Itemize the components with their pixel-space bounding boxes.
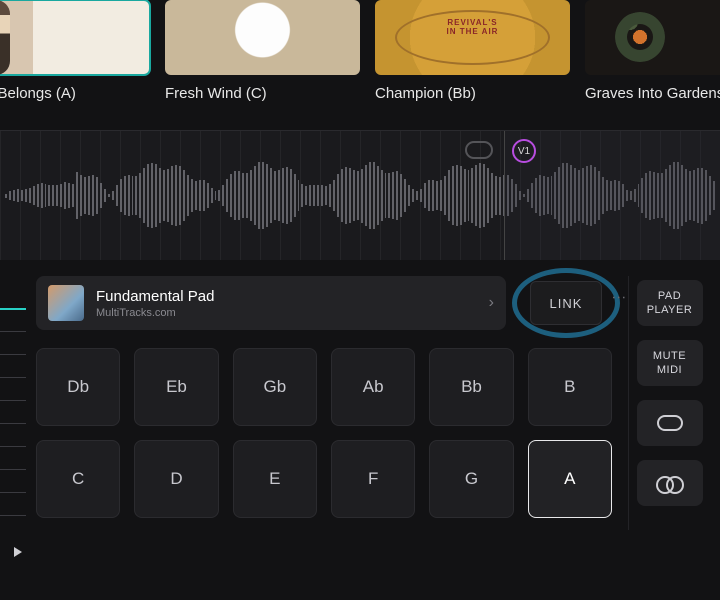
key-grid-flats: DbEbGbAbBbB — [36, 348, 612, 426]
sound-text: Fundamental Pad MultiTracks.com — [96, 288, 477, 319]
song-card[interactable]: Fresh Wind (C) — [165, 0, 360, 102]
infinite-mode-button[interactable] — [637, 460, 703, 506]
song-card[interactable]: REVIVAL'SIN THE AIR Champion (Bb) — [375, 0, 570, 102]
sound-source: MultiTracks.com — [96, 307, 477, 319]
key-e[interactable]: E — [233, 440, 317, 518]
link-button[interactable]: LINK — [530, 281, 602, 325]
sound-name: Fundamental Pad — [96, 288, 477, 305]
link-button-wrap: LINK — [520, 276, 612, 330]
key-bb[interactable]: Bb — [429, 348, 513, 426]
sound-row: Fundamental Pad MultiTracks.com › LINK — [36, 276, 612, 330]
infinity-icon — [656, 476, 684, 490]
key-ab[interactable]: Ab — [331, 348, 415, 426]
song-card[interactable]: Graves Into Gardens — [585, 0, 720, 102]
playhead-line — [504, 131, 505, 260]
waveform-segment — [504, 131, 720, 260]
song-title: Champion (Bb) — [375, 85, 570, 102]
pad-section: Fundamental Pad MultiTracks.com › LINK D… — [0, 260, 720, 530]
song-carousel: Battle Belongs (A) Fresh Wind (C) REVIVA… — [0, 0, 720, 102]
key-gb[interactable]: Gb — [233, 348, 317, 426]
key-f[interactable]: F — [331, 440, 415, 518]
pad-player-button[interactable]: PAD PLAYER — [637, 280, 703, 326]
waveform-strip[interactable]: V1 — [0, 130, 720, 260]
side-controls: ⋮ PAD PLAYER MUTE MIDI — [628, 276, 720, 530]
song-title: Graves Into Gardens — [585, 85, 720, 102]
key-d[interactable]: D — [134, 440, 218, 518]
sound-thumb — [48, 285, 84, 321]
key-c[interactable]: C — [36, 440, 120, 518]
sound-selector[interactable]: Fundamental Pad MultiTracks.com › — [36, 276, 506, 330]
key-b[interactable]: B — [528, 348, 612, 426]
mute-midi-button[interactable]: MUTE MIDI — [637, 340, 703, 386]
loop-icon[interactable] — [465, 141, 493, 159]
chevron-right-icon: › — [489, 294, 494, 312]
key-a[interactable]: A — [528, 440, 612, 518]
song-thumb: REVIVAL'SIN THE AIR — [375, 0, 570, 75]
song-card[interactable]: Battle Belongs (A) — [0, 0, 150, 102]
play-icon[interactable] — [14, 547, 22, 557]
more-icon[interactable]: ⋮ — [611, 291, 628, 307]
song-thumb — [165, 0, 360, 75]
key-db[interactable]: Db — [36, 348, 120, 426]
song-thumb — [585, 0, 720, 75]
loop-mode-button[interactable] — [637, 400, 703, 446]
key-g[interactable]: G — [429, 440, 513, 518]
key-eb[interactable]: Eb — [134, 348, 218, 426]
section-marker[interactable]: V1 — [512, 139, 536, 163]
pad-main: Fundamental Pad MultiTracks.com › LINK D… — [36, 276, 618, 530]
song-thumb — [0, 0, 150, 75]
loop-icon — [657, 415, 683, 431]
song-title: Fresh Wind (C) — [165, 85, 360, 102]
level-meter — [0, 276, 26, 530]
song-title: Battle Belongs (A) — [0, 85, 150, 102]
key-grid-naturals: CDEFGA — [36, 440, 612, 518]
